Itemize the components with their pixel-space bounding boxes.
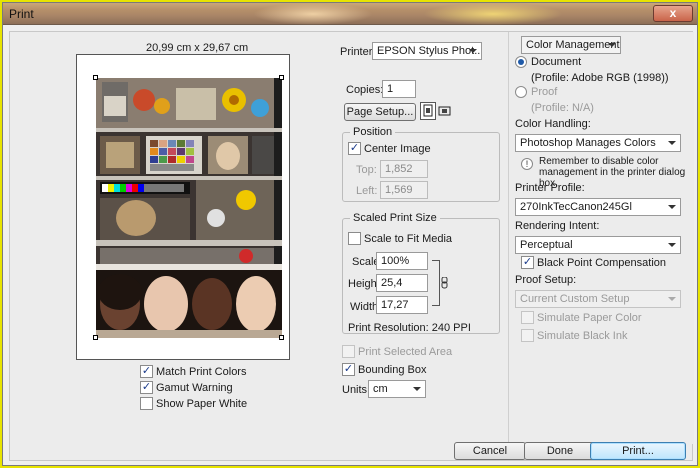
window-title: Print — [9, 7, 34, 21]
done-button[interactable]: Done — [524, 442, 596, 460]
landscape-orientation-icon[interactable] — [438, 103, 452, 119]
black-point-compensation-label: Black Point Compensation — [537, 257, 667, 269]
show-paper-white-label: Show Paper White — [156, 398, 248, 410]
color-management-value: Color Management — [526, 39, 620, 51]
units-select[interactable]: cm — [368, 380, 426, 398]
gamut-warning-label: Gamut Warning — [156, 382, 233, 394]
units-label: Units: — [342, 384, 371, 396]
print-button[interactable]: Print... — [590, 442, 686, 460]
document-profile-text: (Profile: Adobe RGB (1998)) — [531, 72, 669, 84]
printer-select[interactable]: EPSON Stylus Phot... — [372, 42, 482, 60]
scale-to-fit-label: Scale to Fit Media — [364, 233, 453, 245]
chain-link-icon[interactable] — [440, 276, 450, 289]
info-icon: ! — [521, 158, 533, 170]
top-label: Top: — [356, 164, 377, 176]
chevron-down-icon — [469, 49, 477, 53]
cancel-button[interactable]: Cancel — [454, 442, 526, 460]
position-group-title: Position — [350, 126, 396, 138]
bounding-box-label: Bounding Box — [358, 364, 427, 376]
crop-handle-top-right[interactable] — [279, 75, 284, 80]
page-setup-button[interactable]: Page Setup... — [344, 103, 416, 121]
rendering-intent-select[interactable]: Perceptual — [515, 236, 681, 254]
simulate-black-ink-label: Simulate Black Ink — [537, 330, 628, 342]
black-point-compensation-checkbox[interactable]: ✓ — [521, 256, 534, 269]
proof-label: Proof — [531, 86, 558, 98]
print-selected-area-label: Print Selected Area — [358, 346, 453, 358]
scaled-print-size-title: Scaled Print Size — [350, 212, 440, 224]
printer-profile-label: Printer Profile: — [515, 182, 585, 194]
simulate-paper-color-checkbox[interactable] — [521, 311, 534, 324]
dialog-body: 20,99 cm x 29,67 cm ✓ Match Print Colors… — [9, 31, 694, 461]
gamut-warning-checkbox[interactable]: ✓ — [140, 381, 153, 394]
print-dialog: Print x 20,99 cm x 29,67 cm ✓ Match Prin… — [2, 2, 698, 466]
close-button[interactable]: x — [653, 5, 693, 22]
copies-label: Copies: — [346, 84, 384, 96]
proof-setup-select[interactable]: Current Custom Setup — [515, 290, 681, 308]
image-preview[interactable] — [96, 78, 282, 338]
scale-input[interactable]: 100% — [376, 252, 428, 270]
color-handling-select[interactable]: Photoshop Manages Colors — [515, 134, 681, 152]
chevron-down-icon — [608, 43, 616, 47]
width-input[interactable]: 17,27 — [376, 296, 428, 314]
crop-handle-top-left[interactable] — [93, 75, 98, 80]
height-input[interactable]: 25,4 — [376, 274, 428, 292]
title-bar[interactable]: Print x — [3, 3, 697, 25]
crop-handle-bottom-left[interactable] — [93, 335, 98, 340]
print-resolution-text: Print Resolution: 240 PPI — [348, 322, 471, 334]
simulate-paper-color-label: Simulate Paper Color — [537, 312, 642, 324]
units-value: cm — [373, 383, 388, 395]
color-management-panel: Color Management Document (Profile: Adob… — [508, 32, 694, 444]
proof-profile-text: (Profile: N/A) — [531, 102, 594, 114]
crop-handle-bottom-right[interactable] — [279, 335, 284, 340]
simulate-black-ink-checkbox[interactable] — [521, 329, 534, 342]
proof-setup-value: Current Custom Setup — [520, 293, 630, 305]
printer-label: Printer: — [340, 46, 376, 58]
match-print-colors-label: Match Print Colors — [156, 366, 247, 378]
show-paper-white-checkbox[interactable] — [140, 397, 153, 410]
photo-collage-image — [96, 78, 282, 338]
portrait-orientation-icon[interactable] — [420, 102, 436, 120]
print-selected-area-checkbox[interactable] — [342, 345, 355, 358]
bounding-box-checkbox[interactable]: ✓ — [342, 363, 355, 376]
center-image-label: Center Image — [364, 143, 431, 155]
match-print-colors-checkbox[interactable]: ✓ — [140, 365, 153, 378]
chevron-down-icon — [668, 297, 676, 301]
color-handling-label: Color Handling: — [515, 118, 591, 130]
left-label: Left: — [356, 185, 378, 197]
chevron-down-icon — [668, 141, 676, 145]
top-input[interactable]: 1,852 — [380, 160, 428, 178]
rendering-intent-label: Rendering Intent: — [515, 220, 600, 232]
rendering-intent-value: Perceptual — [520, 239, 573, 251]
center-image-checkbox[interactable]: ✓ — [348, 142, 361, 155]
paper-size-label: 20,99 cm x 29,67 cm — [146, 42, 249, 54]
document-label: Document — [531, 56, 582, 68]
printer-profile-select[interactable]: 270InkTecCanon245Gl — [515, 198, 681, 216]
chevron-down-icon — [668, 243, 676, 247]
document-radio[interactable] — [515, 56, 527, 68]
chevron-down-icon — [413, 387, 421, 391]
color-management-select[interactable]: Color Management — [521, 36, 621, 54]
copies-input[interactable]: 1 — [382, 80, 416, 98]
chevron-down-icon — [668, 205, 676, 209]
color-handling-value: Photoshop Manages Colors — [520, 137, 656, 149]
proof-radio[interactable] — [515, 86, 527, 98]
proof-setup-label: Proof Setup: — [515, 274, 577, 286]
printer-value: EPSON Stylus Phot... — [377, 45, 482, 57]
left-input[interactable]: 1,569 — [380, 181, 428, 199]
scale-to-fit-checkbox[interactable] — [348, 232, 361, 245]
printer-profile-value: 270InkTecCanon245Gl — [520, 201, 632, 213]
link-bracket — [432, 260, 440, 306]
